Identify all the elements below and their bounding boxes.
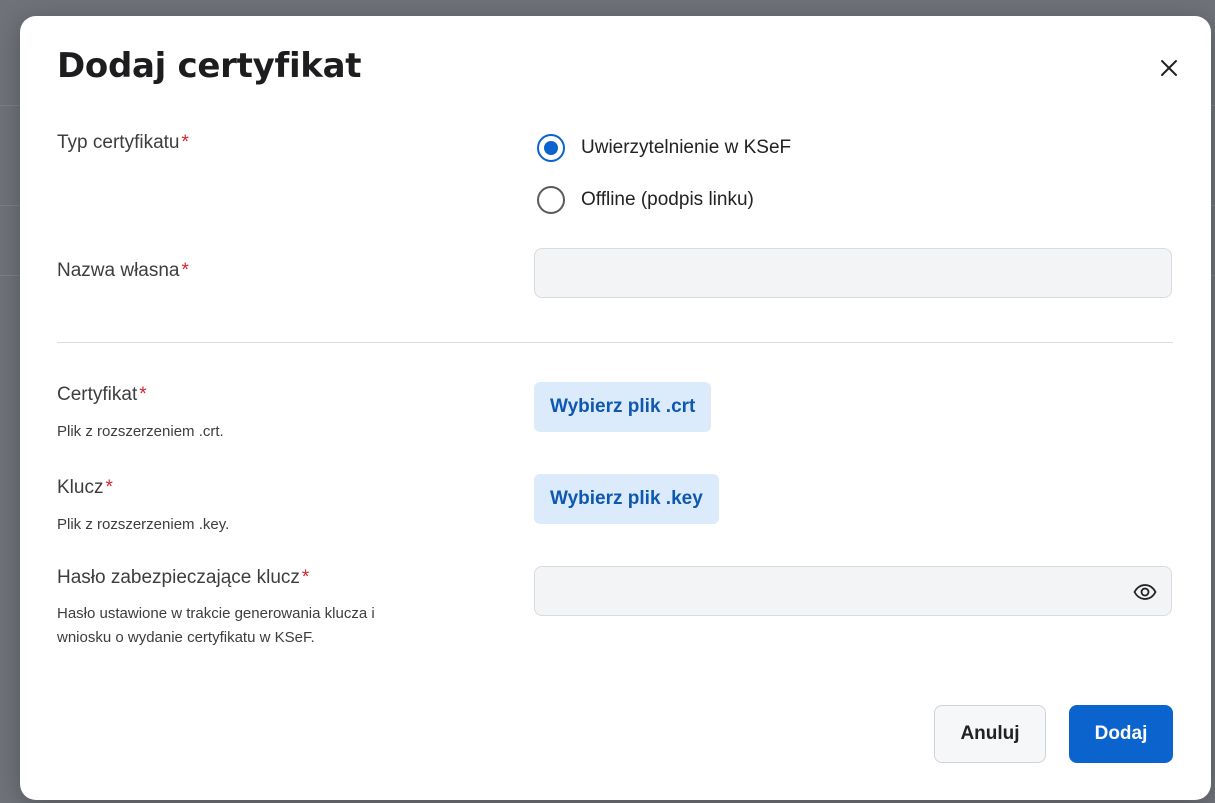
certificate-hint: Plik z rozszerzeniem .crt. xyxy=(57,423,224,440)
password-hint-line2: wniosku o wydanie certyfikatu w KSeF. xyxy=(57,629,315,646)
cert-type-label: Typ certyfikatu * xyxy=(57,132,189,154)
certificate-label-text: Certyfikat xyxy=(57,384,138,405)
radio-dot-icon xyxy=(544,141,558,155)
dialog-title: Dodaj certyfikat xyxy=(57,46,362,86)
eye-icon xyxy=(1133,584,1157,600)
show-password-toggle[interactable] xyxy=(1133,580,1157,604)
choose-crt-button[interactable]: Wybierz plik .crt xyxy=(534,382,712,432)
key-label: Klucz * xyxy=(57,477,113,499)
submit-button[interactable]: Dodaj xyxy=(1069,705,1173,763)
password-label-text: Hasło zabezpieczające klucz xyxy=(57,567,300,588)
radio-option-ksef-auth[interactable]: Uwierzytelnienie w KSeF xyxy=(537,134,791,162)
radio-option-offline[interactable]: Offline (podpis linku) xyxy=(537,186,754,214)
section-divider xyxy=(57,342,1173,343)
radio-unchecked-icon xyxy=(537,186,565,214)
radio-option-label: Uwierzytelnienie w KSeF xyxy=(581,137,792,158)
certificate-label: Certyfikat * xyxy=(57,384,147,406)
close-button[interactable] xyxy=(1157,56,1181,80)
required-mark: * xyxy=(139,384,147,405)
required-mark: * xyxy=(105,477,113,498)
key-label-text: Klucz xyxy=(57,477,104,498)
radio-checked-icon xyxy=(537,134,565,162)
radio-option-label: Offline (podpis linku) xyxy=(581,189,754,210)
required-mark: * xyxy=(301,567,310,588)
name-field-label: Nazwa własna * xyxy=(57,260,189,282)
required-mark: * xyxy=(181,260,189,281)
choose-key-button[interactable]: Wybierz plik .key xyxy=(534,474,719,524)
password-hint-line1: Hasło ustawione w trakcie generowania kl… xyxy=(57,605,375,622)
add-certificate-dialog: Dodaj certyfikat Typ certyfikatu * Uwierz… xyxy=(20,16,1211,800)
close-icon xyxy=(1161,60,1177,76)
password-label: Hasło zabezpieczające klucz * xyxy=(57,567,309,589)
password-input[interactable] xyxy=(534,566,1172,616)
cancel-button[interactable]: Anuluj xyxy=(934,705,1046,763)
required-mark: * xyxy=(181,132,189,153)
key-hint: Plik z rozszerzeniem .key. xyxy=(57,516,230,533)
name-input[interactable] xyxy=(534,248,1172,298)
name-field-label-text: Nazwa własna xyxy=(57,260,180,281)
cert-type-label-text: Typ certyfikatu xyxy=(57,132,180,153)
